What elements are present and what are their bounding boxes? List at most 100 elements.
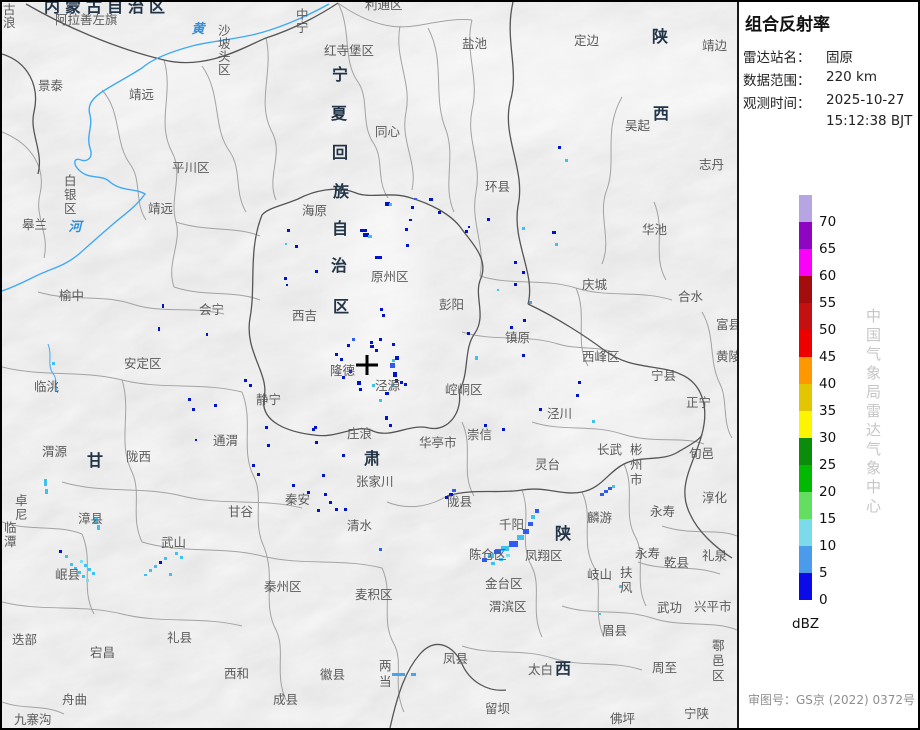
province-label: 宁 [332,65,348,84]
map-approval-number: 审图号：GS京 (2022) 0372号 [748,693,915,707]
map-place-label: 徽县 [320,667,345,682]
map-place-label: 麦积区 [355,587,393,602]
map-place-label: 临洮 [34,379,60,394]
map-place-label: 武山 [161,535,186,550]
map-place-label: 周至 [652,660,677,675]
legend-tick-label: 60 [819,268,837,284]
radar-echo [565,159,568,162]
radar-echo [599,613,601,615]
map-place-label: 州 [630,457,643,472]
legend-tick-label: 45 [819,349,837,365]
radar-echo [370,341,373,344]
legend-color-cell [799,573,812,600]
legend-unit-label: dBZ [792,616,820,632]
legend-color-cell [799,357,812,384]
map-place-label: 长武 [597,442,623,457]
map-place-label: 卓 [15,493,28,508]
radar-echo [340,358,343,361]
map-place-label: 隆德 [330,363,356,378]
map-place-label: 富县 [716,317,737,332]
map-place-label: 靖远 [148,201,174,216]
legend-tick-label: 25 [819,457,837,473]
map-place-label: 眉县 [602,623,627,638]
radar-echo [347,344,350,347]
map-place-label: 白 [64,173,77,188]
radar-echo [286,284,288,286]
legend-color-cell [799,546,812,573]
legend-color-cell [799,330,812,357]
legend-tick-label: 40 [819,376,837,392]
province-label: 陕 [555,524,571,543]
radar-echo [370,345,374,348]
radar-echo [517,535,524,540]
map-place-label: 乾县 [664,555,689,570]
map-place-label: 黄陵 [716,349,737,364]
map-place-label: 凤县 [443,651,468,666]
legend-tick-label: 20 [819,484,837,500]
map-place-label: 华池 [642,222,668,237]
radar-echo [502,428,505,431]
map-place-label: 红寺堡区 [324,43,374,58]
map-place-label: 永寿 [635,546,660,561]
radar-echo [265,426,268,429]
legend-color-cell [799,276,812,303]
radar-echo [400,381,403,384]
radar-echo [158,327,160,331]
map-place-label: 宁陕 [684,706,710,721]
map-place-label: 彭阳 [439,297,464,312]
radar-echo [522,354,525,357]
data-range-label: 数据范围： [743,73,811,89]
map-place-label: 灵台 [535,457,560,472]
map-place-label: 留坝 [485,701,510,716]
map-place-label: 皋兰 [22,217,47,232]
radar-echo [322,474,325,477]
obs-time-row2: 15:12:38 BJT [743,113,912,129]
map-place-label: 合水 [678,289,704,304]
radar-echo [257,473,260,476]
radar-echo [375,256,382,259]
radar-echo [382,314,385,317]
radar-echo [522,271,525,274]
map-place-label: 风 [620,580,633,595]
radar-echo [344,508,347,511]
map-place-label: 清水 [347,518,373,533]
radar-echo [405,228,408,231]
radar-echo [529,301,532,304]
radar-echo [608,487,612,490]
map-place-label: 潭 [4,534,17,549]
radar-echo [406,244,409,247]
radar-echo [592,420,595,423]
radar-echo [252,464,255,467]
radar-echo [531,515,535,519]
obs-time-label: 观测时间： [743,96,811,112]
map-place-label: 泾源 [375,378,401,393]
legend-color-cell [799,195,812,222]
map-place-label: 西和 [224,666,249,681]
station-name-row: 雷达站名： 固原 [743,46,853,66]
map-place-label: 吴起 [625,118,651,133]
radar-echo [44,479,47,486]
radar-echo [45,489,48,494]
product-title: 组合反射率 [745,15,830,35]
map-place-label: 武功 [657,600,682,615]
radar-echo [314,426,317,429]
map-place-label: 靖远 [129,87,155,102]
radar-echo [379,338,382,341]
radar-echo [195,439,197,441]
map-place-label: 西吉 [292,308,317,323]
map-place-label: 礼县 [167,630,192,645]
map-place-label: 甘谷 [228,504,254,519]
radar-echo [392,343,395,346]
radar-echo [487,218,490,221]
radar-echo [528,522,533,526]
radar-product-window: 阿拉善左旗古浪利通区中宁红寺堡区 盐池 定边 靖边沙坡头区景泰 靖远 同心 吴起 志丹 平川区白… [0,0,920,730]
radar-echo [389,424,392,427]
map-place-label: 银 [64,187,77,202]
map-place-label: 陇西 [126,449,151,464]
radar-echo [375,349,378,352]
radar-echo [86,579,89,582]
radar-echo [539,408,542,411]
radar-echo [214,404,217,407]
radar-echo [285,243,287,245]
legend-color-cell [799,411,812,438]
